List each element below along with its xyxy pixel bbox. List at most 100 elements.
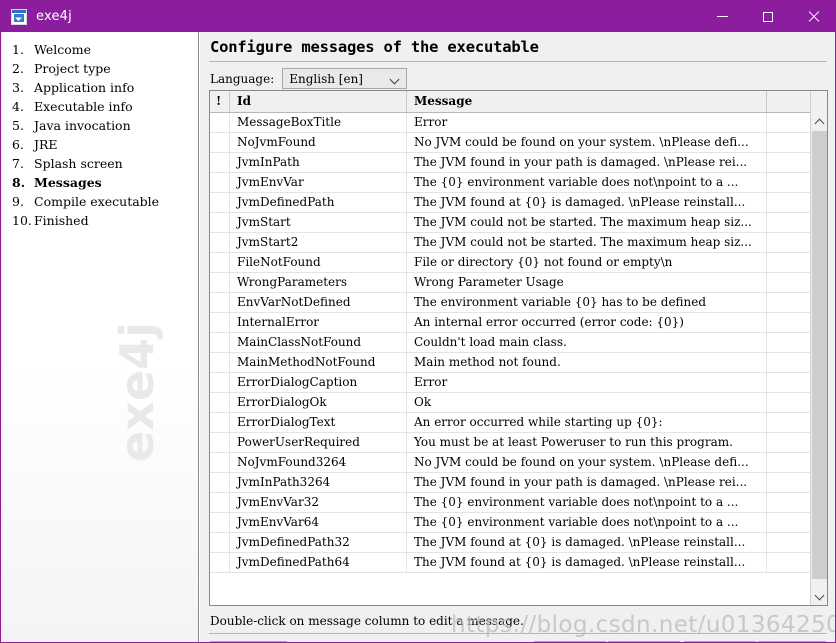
cell-message[interactable]: File or directory {0} not found or empty… bbox=[407, 253, 767, 272]
sidebar-item-splash-screen[interactable]: 7. Splash screen bbox=[12, 154, 198, 173]
cell-message[interactable]: You must be at least Poweruser to run th… bbox=[407, 433, 767, 452]
cell-id[interactable]: EnvVarNotDefined bbox=[230, 293, 407, 312]
vertical-scrollbar[interactable] bbox=[810, 91, 827, 605]
scroll-down-button[interactable] bbox=[811, 588, 827, 605]
cell-id[interactable]: JvmStart bbox=[230, 213, 407, 232]
cell-flag[interactable] bbox=[210, 333, 230, 352]
cell-message[interactable]: The {0} environment variable does not\np… bbox=[407, 493, 767, 512]
cell-id[interactable]: MainClassNotFound bbox=[230, 333, 407, 352]
cell-message[interactable]: Ok bbox=[407, 393, 767, 412]
cell-extra[interactable] bbox=[767, 173, 811, 192]
cell-extra[interactable] bbox=[767, 233, 811, 252]
table-row[interactable]: JvmEnvVar The {0} environment variable do… bbox=[210, 173, 811, 193]
cell-message[interactable]: No JVM could be found on your system. \n… bbox=[407, 133, 767, 152]
cell-flag[interactable] bbox=[210, 253, 230, 272]
cell-flag[interactable] bbox=[210, 193, 230, 212]
cell-flag[interactable] bbox=[210, 393, 230, 412]
cell-extra[interactable] bbox=[767, 393, 811, 412]
cell-id[interactable]: ErrorDialogOk bbox=[230, 393, 407, 412]
cell-extra[interactable] bbox=[767, 513, 811, 532]
cell-message[interactable]: The JVM could not be started. The maximu… bbox=[407, 233, 767, 252]
table-row[interactable]: PowerUserRequired You must be at least Po… bbox=[210, 433, 811, 453]
cell-message[interactable]: Main method not found. bbox=[407, 353, 767, 372]
cell-flag[interactable] bbox=[210, 313, 230, 332]
cell-message[interactable]: The {0} environment variable does not\np… bbox=[407, 513, 767, 532]
column-header-id[interactable]: Id bbox=[230, 91, 407, 112]
cell-id[interactable]: JvmStart2 bbox=[230, 233, 407, 252]
table-row[interactable]: ErrorDialogCaption Error bbox=[210, 373, 811, 393]
table-row[interactable]: JvmEnvVar64 The {0} environment variable … bbox=[210, 513, 811, 533]
table-row[interactable]: InternalError An internal error occurred … bbox=[210, 313, 811, 333]
cell-id[interactable]: JvmDefinedPath32 bbox=[230, 533, 407, 552]
cell-flag[interactable] bbox=[210, 133, 230, 152]
table-row[interactable]: JvmDefinedPath32 The JVM found at {0} is … bbox=[210, 533, 811, 553]
sidebar-item-finished[interactable]: 10. Finished bbox=[12, 211, 198, 230]
cell-message[interactable]: The environment variable {0} has to be d… bbox=[407, 293, 767, 312]
cell-message[interactable]: The JVM found in your path is damaged. \… bbox=[407, 473, 767, 492]
table-row[interactable]: JvmEnvVar32 The {0} environment variable … bbox=[210, 493, 811, 513]
cell-extra[interactable] bbox=[767, 553, 811, 572]
table-row[interactable]: ErrorDialogText An error occurred while s… bbox=[210, 413, 811, 433]
sidebar-item-java-invocation[interactable]: 5. Java invocation bbox=[12, 116, 198, 135]
table-row[interactable]: EnvVarNotDefined The environment variable… bbox=[210, 293, 811, 313]
cell-flag[interactable] bbox=[210, 153, 230, 172]
cell-extra[interactable] bbox=[767, 333, 811, 352]
sidebar-item-jre[interactable]: 6. JRE bbox=[12, 135, 198, 154]
sidebar-item-compile-executable[interactable]: 9. Compile executable bbox=[12, 192, 198, 211]
cell-id[interactable]: JvmEnvVar64 bbox=[230, 513, 407, 532]
cell-extra[interactable] bbox=[767, 473, 811, 492]
column-header-flag[interactable]: ! bbox=[210, 91, 230, 112]
table-row[interactable]: NoJvmFound No JVM could be found on your … bbox=[210, 133, 811, 153]
cell-flag[interactable] bbox=[210, 513, 230, 532]
cell-id[interactable]: JvmInPath3264 bbox=[230, 473, 407, 492]
column-header-message[interactable]: Message bbox=[407, 91, 767, 112]
cell-id[interactable]: NoJvmFound3264 bbox=[230, 453, 407, 472]
cell-flag[interactable] bbox=[210, 173, 230, 192]
cell-extra[interactable] bbox=[767, 313, 811, 332]
sidebar-item-messages[interactable]: 8. Messages bbox=[12, 173, 198, 192]
cell-flag[interactable] bbox=[210, 453, 230, 472]
cell-flag[interactable] bbox=[210, 273, 230, 292]
cell-message[interactable]: The JVM found at {0} is damaged. \nPleas… bbox=[407, 193, 767, 212]
language-select[interactable]: English [en] bbox=[282, 68, 408, 89]
table-row[interactable]: ErrorDialogOk Ok bbox=[210, 393, 811, 413]
cell-extra[interactable] bbox=[767, 213, 811, 232]
cell-id[interactable]: MessageBoxTitle bbox=[230, 113, 407, 132]
cell-extra[interactable] bbox=[767, 193, 811, 212]
cell-message[interactable]: An error occurred while starting up {0}: bbox=[407, 413, 767, 432]
cell-message[interactable]: The JVM could not be started. The maximu… bbox=[407, 213, 767, 232]
cell-id[interactable]: NoJvmFound bbox=[230, 133, 407, 152]
table-row[interactable]: JvmInPath3264 The JVM found in your path … bbox=[210, 473, 811, 493]
cell-message[interactable]: Wrong Parameter Usage bbox=[407, 273, 767, 292]
table-row[interactable]: MessageBoxTitle Error bbox=[210, 113, 811, 133]
cell-flag[interactable] bbox=[210, 233, 230, 252]
cell-id[interactable]: PowerUserRequired bbox=[230, 433, 407, 452]
cell-message[interactable]: Error bbox=[407, 373, 767, 392]
table-row[interactable]: WrongParameters Wrong Parameter Usage bbox=[210, 273, 811, 293]
cell-flag[interactable] bbox=[210, 473, 230, 492]
cell-flag[interactable] bbox=[210, 533, 230, 552]
cell-flag[interactable] bbox=[210, 433, 230, 452]
cell-extra[interactable] bbox=[767, 493, 811, 512]
cell-id[interactable]: MainMethodNotFound bbox=[230, 353, 407, 372]
table-row[interactable]: MainMethodNotFound Main method not found. bbox=[210, 353, 811, 373]
cell-flag[interactable] bbox=[210, 293, 230, 312]
cell-extra[interactable] bbox=[767, 153, 811, 172]
cell-flag[interactable] bbox=[210, 493, 230, 512]
cell-message[interactable]: An internal error occurred (error code: … bbox=[407, 313, 767, 332]
table-row[interactable]: MainClassNotFound Couldn't load main clas… bbox=[210, 333, 811, 353]
cell-message[interactable]: No JVM could be found on your system. \n… bbox=[407, 453, 767, 472]
cell-message[interactable]: Couldn't load main class. bbox=[407, 333, 767, 352]
cell-id[interactable]: ErrorDialogCaption bbox=[230, 373, 407, 392]
cell-flag[interactable] bbox=[210, 113, 230, 132]
table-row[interactable]: NoJvmFound3264 No JVM could be found on y… bbox=[210, 453, 811, 473]
table-row[interactable]: JvmDefinedPath64 The JVM found at {0} is … bbox=[210, 553, 811, 573]
cell-message[interactable]: The JVM found at {0} is damaged. \nPleas… bbox=[407, 533, 767, 552]
cell-id[interactable]: JvmInPath bbox=[230, 153, 407, 172]
cell-id[interactable]: JvmDefinedPath bbox=[230, 193, 407, 212]
table-row[interactable]: JvmDefinedPath The JVM found at {0} is da… bbox=[210, 193, 811, 213]
cell-id[interactable]: ErrorDialogText bbox=[230, 413, 407, 432]
cell-extra[interactable] bbox=[767, 413, 811, 432]
cell-message[interactable]: The JVM found in your path is damaged. \… bbox=[407, 153, 767, 172]
sidebar-item-project-type[interactable]: 2. Project type bbox=[12, 59, 198, 78]
